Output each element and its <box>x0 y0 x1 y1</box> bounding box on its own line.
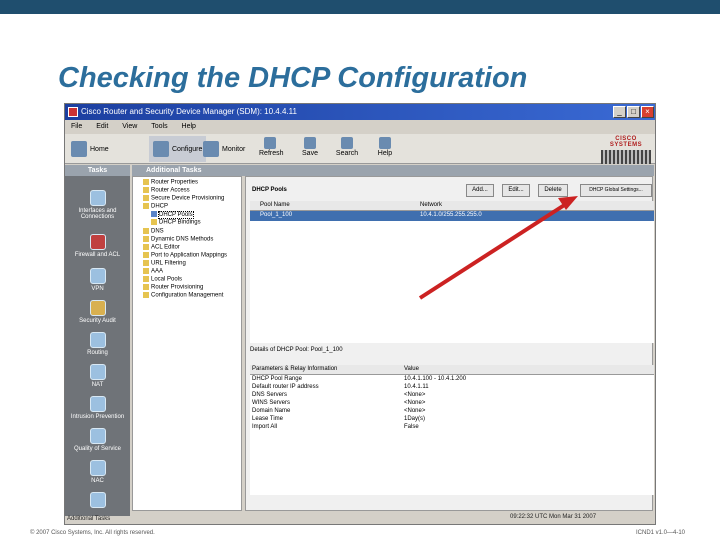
copyright-footer: © 2007 Cisco Systems, Inc. All rights re… <box>30 530 155 536</box>
annotation-arrow <box>418 196 578 300</box>
slide-number: ICND1 v1.0—4-10 <box>636 530 686 536</box>
arrow-line <box>418 202 568 300</box>
